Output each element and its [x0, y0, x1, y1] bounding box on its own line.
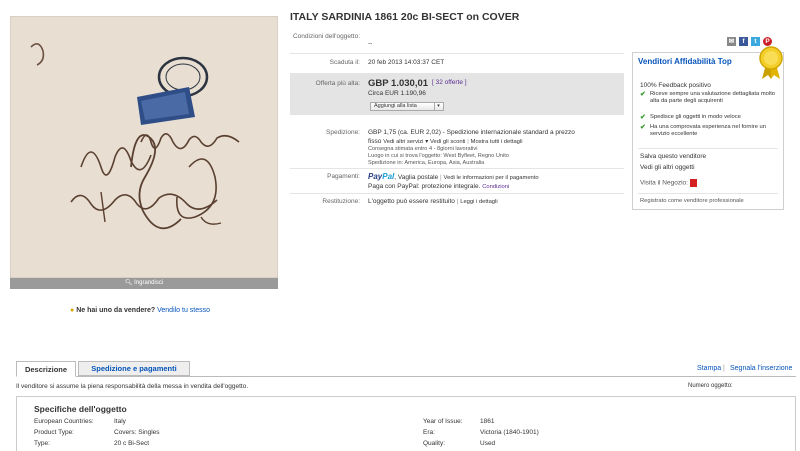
spec-value: Used: [480, 440, 496, 447]
check-icon: ✔: [640, 124, 646, 131]
store-icon[interactable]: [689, 179, 697, 187]
payments-label: Pagamenti:: [327, 173, 360, 180]
see-costs-link[interactable]: Vedi gli sconti: [430, 139, 465, 145]
returns-value: L'oggetto può essere restituito | Leggi …: [368, 198, 498, 205]
shipping-line: GBP 1,75 (ca. EUR 2,02) - Spedizione int…: [368, 129, 575, 136]
registered-seller: Registrato come venditore professionale: [640, 198, 744, 204]
other-services-link[interactable]: Vedi altri servizi: [383, 139, 423, 145]
condition-value: --: [368, 40, 373, 47]
tab-description[interactable]: Descrizione: [16, 361, 76, 377]
protection-text: Paga con PayPal: protezione integrale.: [368, 183, 481, 190]
twitter-icon[interactable]: t: [751, 37, 760, 46]
bid-label: Offerta più alta:: [315, 80, 360, 87]
shipping-fixed: fisso: [368, 138, 382, 145]
perk-item: ✔ Spedisce gli oggetti in modo veloce: [640, 114, 741, 121]
spec-key: European Countries:: [34, 418, 94, 425]
payment-text: , Vaglia postale: [394, 174, 439, 181]
conditions-link[interactable]: Condizioni: [482, 184, 509, 190]
delivery-estimate: Consegna stimata entro 4 - 8giorni lavor…: [368, 146, 478, 152]
check-icon: ✔: [640, 91, 646, 98]
ended-label: Scaduta il:: [329, 59, 360, 66]
divider: [290, 168, 624, 169]
spec-key: Year of Issue:: [423, 418, 463, 425]
pinterest-icon[interactable]: P: [763, 37, 772, 46]
tab-shipping[interactable]: Spedizione e pagamenti: [78, 361, 190, 376]
mail-icon[interactable]: ✉: [727, 37, 736, 46]
separator: |: [456, 198, 459, 205]
spec-key: Type:: [34, 440, 50, 447]
separator: |: [440, 174, 442, 181]
item-photo[interactable]: [10, 16, 278, 278]
show-details-link[interactable]: Mostra tutti i dettagli: [471, 139, 523, 145]
watch-label: Aggiungi alla lista: [374, 103, 417, 109]
top-rated-heading: Venditori Affidabilità Top: [638, 57, 732, 66]
bid-count-link[interactable]: [ 32 offerte ]: [432, 79, 467, 86]
spec-key: Quality:: [423, 440, 446, 447]
top-rated-medal-icon: [759, 46, 783, 79]
tab-divider: [16, 376, 796, 377]
returns-details-link[interactable]: Leggi i dettagli: [460, 199, 497, 205]
visit-store: Visita il Negozio:: [640, 179, 697, 187]
ships-to: Spedizione in: America, Europa, Asia, Au…: [368, 160, 485, 166]
divider: [290, 193, 624, 194]
check-icon: ✔: [640, 114, 646, 121]
enlarge-button[interactable]: 🔍︎ Ingrandisci: [10, 278, 278, 289]
add-to-watchlist-button[interactable]: Aggiungi alla lista ▾: [370, 102, 444, 111]
separator: |: [723, 365, 725, 372]
lightbulb-icon: ●: [70, 307, 75, 314]
zoom-icon: 🔍︎: [124, 280, 133, 286]
returns-text: L'oggetto può essere restituito: [368, 198, 455, 205]
item-number-label: Numero oggetto:: [688, 383, 733, 389]
shipping-value: GBP 1,75 (ca. EUR 2,02) - Spedizione int…: [368, 129, 622, 137]
sell-question: Ne hai uno da vendere?: [76, 307, 156, 314]
bid-approx: Circa EUR 1.190,96: [368, 90, 426, 97]
chevron-down-icon: ▾: [425, 139, 429, 145]
item-location: Luogo in cui si trova l'oggetto: West By…: [368, 153, 509, 159]
spec-value: Covers: Singles: [114, 429, 160, 436]
shipping-links: fisso Vedi altri servizi ▾ Vedi gli scon…: [368, 138, 522, 145]
paypal-protection: Paga con PayPal: protezione integrale. C…: [368, 183, 509, 190]
ended-value: 20 feb 2013 14:03:37 CET: [368, 59, 445, 66]
returns-label: Restituzione:: [322, 198, 360, 205]
spec-value: 1861: [480, 418, 495, 425]
spec-key: Era:: [423, 429, 435, 436]
other-items-link[interactable]: Vedi gli altri oggetti: [640, 164, 695, 171]
report-link[interactable]: Segnala l'inserzione: [730, 365, 792, 372]
cover-letter-image: [11, 17, 277, 277]
perk-item: ✔ Riceve sempre una valutazione dettaglia…: [640, 91, 776, 104]
chevron-down-icon[interactable]: ▾: [434, 103, 442, 110]
facebook-icon[interactable]: f: [739, 37, 748, 46]
visit-store-label: Visita il Negozio:: [640, 179, 688, 187]
sell-prompt: ● Ne hai uno da vendere? Vendilo tu stes…: [70, 307, 210, 314]
responsibility-note: Il venditore si assume la piena responsa…: [16, 383, 249, 390]
item-title: ITALY SARDINIA 1861 20c BI-SECT on COVER: [290, 11, 520, 23]
feedback-score: 100% Feedback positivo: [640, 82, 711, 89]
enlarge-label: Ingrandisci: [134, 280, 164, 286]
specs-title: Specifiche dell'oggetto: [34, 404, 127, 414]
bid-price: GBP 1.030,01: [368, 78, 429, 89]
shipping-label: Spedizione:: [326, 129, 360, 136]
save-seller-link[interactable]: Salva questo venditore: [640, 153, 706, 160]
separator: |: [467, 139, 469, 145]
payment-info-link[interactable]: Vedi le informazioni per il pagamento: [444, 175, 539, 181]
paypal-logo: PayPal: [368, 172, 395, 181]
print-link[interactable]: Stampa: [697, 365, 721, 372]
spec-value: Italy: [114, 418, 126, 425]
perk-item: ✔ Ha una comprovata esperienza nel fornir…: [640, 124, 767, 137]
spec-key: Product Type:: [34, 429, 74, 436]
sell-link[interactable]: Vendilo tu stesso: [157, 307, 210, 314]
divider: [638, 148, 778, 149]
divider: [290, 53, 624, 54]
spec-value: 20 c Bi-Sect: [114, 440, 150, 447]
divider: [638, 193, 778, 194]
condition-label: Condizioni dell'oggetto:: [292, 33, 360, 40]
spec-value: Victoria (1840-1901): [480, 429, 539, 436]
payments-methods: PayPal, Vaglia postale | Vedi le informa…: [368, 172, 539, 181]
